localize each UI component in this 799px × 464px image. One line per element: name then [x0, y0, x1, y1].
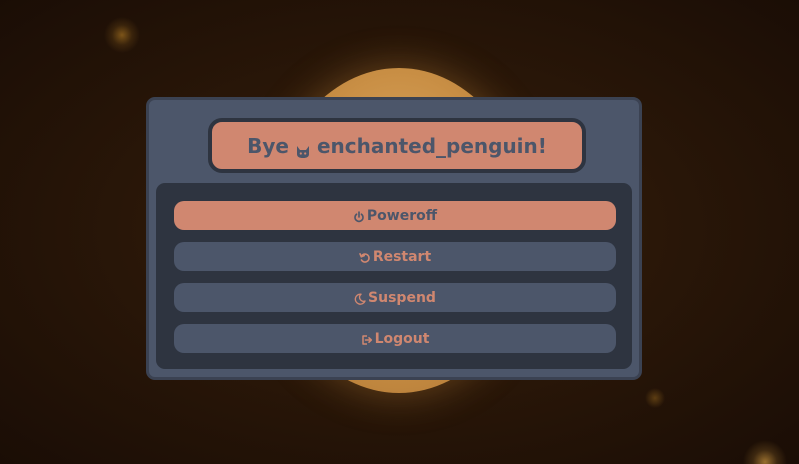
username-label: enchanted_penguin!: [316, 133, 547, 158]
cat-icon: [295, 140, 311, 158]
restart-label: Restart: [372, 248, 432, 265]
power-icon: [353, 210, 365, 223]
restart-icon: [359, 252, 371, 264]
greeting-prefix: Bye: [247, 133, 289, 158]
logout-button[interactable]: Logout: [174, 324, 616, 353]
poweroff-button[interactable]: Poweroff: [174, 201, 616, 230]
restart-button[interactable]: Restart: [174, 242, 616, 271]
poweroff-label: Poweroff: [366, 207, 438, 224]
suspend-button[interactable]: Suspend: [174, 283, 616, 312]
logout-dialog: Bye enchanted_penguin! Poweroff Restart …: [146, 97, 642, 380]
moon-icon: [354, 292, 366, 305]
logout-label: Logout: [374, 330, 430, 347]
power-menu: Poweroff Restart Suspend Logout: [156, 183, 632, 369]
suspend-label: Suspend: [368, 289, 436, 306]
logout-icon: [361, 334, 373, 346]
greeting-banner: Bye enchanted_penguin!: [208, 118, 586, 173]
